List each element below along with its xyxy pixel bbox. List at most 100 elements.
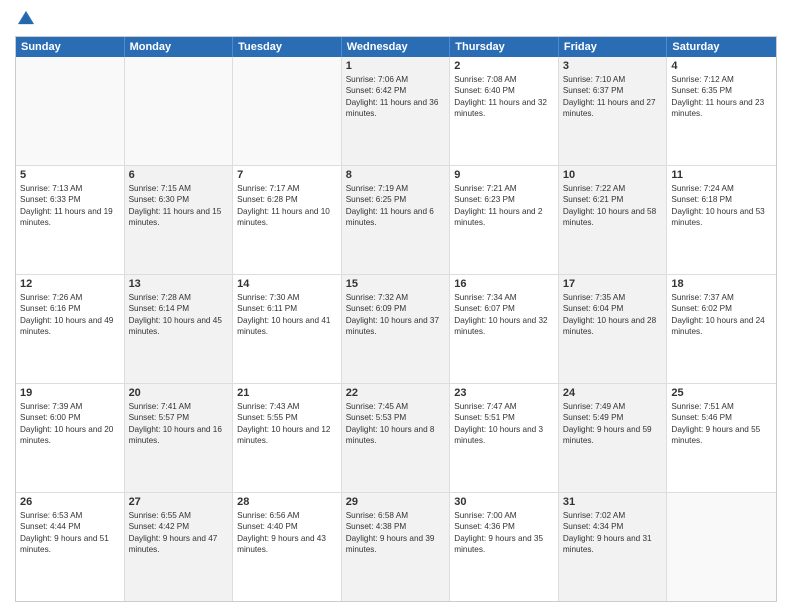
day-info: Sunrise: 7:45 AM Sunset: 5:53 PM Dayligh…	[346, 401, 446, 447]
day-info: Sunrise: 7:13 AM Sunset: 6:33 PM Dayligh…	[20, 183, 120, 229]
day-info: Sunrise: 7:26 AM Sunset: 6:16 PM Dayligh…	[20, 292, 120, 338]
day-info: Sunrise: 7:28 AM Sunset: 6:14 PM Dayligh…	[129, 292, 229, 338]
calendar-body: 1Sunrise: 7:06 AM Sunset: 6:42 PM Daylig…	[16, 57, 776, 601]
calendar-day-3: 3 Sunrise: 7:10 AM Sunset: 6:37 PM Daylig…	[559, 57, 668, 165]
day-info: Sunrise: 7:00 AM Sunset: 4:36 PM Dayligh…	[454, 510, 554, 556]
calendar-day-16: 16Sunrise: 7:34 AM Sunset: 6:07 PM Dayli…	[450, 275, 559, 383]
logo	[15, 10, 39, 30]
day-number: 9	[454, 169, 554, 181]
calendar-day-1: 1Sunrise: 7:06 AM Sunset: 6:42 PM Daylig…	[342, 57, 451, 165]
day-number: 22	[346, 387, 446, 399]
calendar-day-8: 8 Sunrise: 7:19 AM Sunset: 6:25 PM Daylig…	[342, 166, 451, 274]
calendar-day-empty	[667, 493, 776, 601]
day-info: Sunrise: 7:08 AM Sunset: 6:40 PM Dayligh…	[454, 74, 554, 120]
day-info: Sunrise: 7:43 AM Sunset: 5:55 PM Dayligh…	[237, 401, 337, 447]
calendar-day-14: 14 Sunrise: 7:30 AM Sunset: 6:11 PM Dayli…	[233, 275, 342, 383]
day-info: Sunrise: 7:37 AM Sunset: 6:02 PM Dayligh…	[671, 292, 772, 338]
weekday-header-monday: Monday	[125, 37, 234, 57]
day-info: Sunrise: 7:39 AM Sunset: 6:00 PM Dayligh…	[20, 401, 120, 447]
logo-icon	[15, 8, 37, 30]
day-info: Sunrise: 7:21 AM Sunset: 6:23 PM Dayligh…	[454, 183, 554, 229]
day-number: 12	[20, 278, 120, 290]
calendar-day-29: 29Sunrise: 6:58 AM Sunset: 4:38 PM Dayli…	[342, 493, 451, 601]
day-number: 30	[454, 496, 554, 508]
day-number: 25	[671, 387, 772, 399]
weekday-header-saturday: Saturday	[667, 37, 776, 57]
calendar: SundayMondayTuesdayWednesdayThursdayFrid…	[15, 36, 777, 602]
day-info: Sunrise: 7:41 AM Sunset: 5:57 PM Dayligh…	[129, 401, 229, 447]
calendar-day-17: 17Sunrise: 7:35 AM Sunset: 6:04 PM Dayli…	[559, 275, 668, 383]
calendar-day-9: 9 Sunrise: 7:21 AM Sunset: 6:23 PM Daylig…	[450, 166, 559, 274]
weekday-header-tuesday: Tuesday	[233, 37, 342, 57]
day-info: Sunrise: 7:06 AM Sunset: 6:42 PM Dayligh…	[346, 74, 446, 120]
day-number: 21	[237, 387, 337, 399]
day-info: Sunrise: 7:22 AM Sunset: 6:21 PM Dayligh…	[563, 183, 663, 229]
day-number: 3	[563, 60, 663, 72]
calendar-day-26: 26 Sunrise: 6:53 AM Sunset: 4:44 PM Dayli…	[16, 493, 125, 601]
weekday-header-friday: Friday	[559, 37, 668, 57]
day-info: Sunrise: 7:24 AM Sunset: 6:18 PM Dayligh…	[671, 183, 772, 229]
calendar-day-31: 31Sunrise: 7:02 AM Sunset: 4:34 PM Dayli…	[559, 493, 668, 601]
day-number: 24	[563, 387, 663, 399]
weekday-header-sunday: Sunday	[16, 37, 125, 57]
header	[15, 10, 777, 30]
day-info: Sunrise: 7:30 AM Sunset: 6:11 PM Dayligh…	[237, 292, 337, 338]
page: SundayMondayTuesdayWednesdayThursdayFrid…	[0, 0, 792, 612]
calendar-day-19: 19 Sunrise: 7:39 AM Sunset: 6:00 PM Dayli…	[16, 384, 125, 492]
day-number: 19	[20, 387, 120, 399]
day-number: 11	[671, 169, 772, 181]
calendar-day-empty	[125, 57, 234, 165]
day-number: 18	[671, 278, 772, 290]
calendar-week-3: 12 Sunrise: 7:26 AM Sunset: 6:16 PM Dayli…	[16, 275, 776, 384]
calendar-week-5: 26 Sunrise: 6:53 AM Sunset: 4:44 PM Dayli…	[16, 493, 776, 601]
weekday-header-wednesday: Wednesday	[342, 37, 451, 57]
calendar-day-6: 6 Sunrise: 7:15 AM Sunset: 6:30 PM Daylig…	[125, 166, 234, 274]
day-number: 14	[237, 278, 337, 290]
day-number: 8	[346, 169, 446, 181]
day-info: Sunrise: 7:32 AM Sunset: 6:09 PM Dayligh…	[346, 292, 446, 338]
day-number: 4	[671, 60, 772, 72]
calendar-day-30: 30 Sunrise: 7:00 AM Sunset: 4:36 PM Dayli…	[450, 493, 559, 601]
weekday-header-thursday: Thursday	[450, 37, 559, 57]
day-number: 10	[563, 169, 663, 181]
day-info: Sunrise: 6:55 AM Sunset: 4:42 PM Dayligh…	[129, 510, 229, 556]
day-info: Sunrise: 7:47 AM Sunset: 5:51 PM Dayligh…	[454, 401, 554, 447]
day-number: 27	[129, 496, 229, 508]
day-number: 2	[454, 60, 554, 72]
calendar-day-22: 22 Sunrise: 7:45 AM Sunset: 5:53 PM Dayli…	[342, 384, 451, 492]
calendar-day-2: 2 Sunrise: 7:08 AM Sunset: 6:40 PM Daylig…	[450, 57, 559, 165]
calendar-day-23: 23 Sunrise: 7:47 AM Sunset: 5:51 PM Dayli…	[450, 384, 559, 492]
day-info: Sunrise: 7:35 AM Sunset: 6:04 PM Dayligh…	[563, 292, 663, 338]
day-info: Sunrise: 7:12 AM Sunset: 6:35 PM Dayligh…	[671, 74, 772, 120]
day-number: 23	[454, 387, 554, 399]
day-number: 13	[129, 278, 229, 290]
day-number: 29	[346, 496, 446, 508]
calendar-day-11: 11 Sunrise: 7:24 AM Sunset: 6:18 PM Dayli…	[667, 166, 776, 274]
calendar-day-27: 27 Sunrise: 6:55 AM Sunset: 4:42 PM Dayli…	[125, 493, 234, 601]
calendar-day-empty	[16, 57, 125, 165]
calendar-day-15: 15 Sunrise: 7:32 AM Sunset: 6:09 PM Dayli…	[342, 275, 451, 383]
calendar-day-20: 20Sunrise: 7:41 AM Sunset: 5:57 PM Dayli…	[125, 384, 234, 492]
calendar-day-21: 21 Sunrise: 7:43 AM Sunset: 5:55 PM Dayli…	[233, 384, 342, 492]
day-info: Sunrise: 7:15 AM Sunset: 6:30 PM Dayligh…	[129, 183, 229, 229]
day-info: Sunrise: 6:53 AM Sunset: 4:44 PM Dayligh…	[20, 510, 120, 556]
calendar-day-4: 4 Sunrise: 7:12 AM Sunset: 6:35 PM Daylig…	[667, 57, 776, 165]
calendar-day-25: 25 Sunrise: 7:51 AM Sunset: 5:46 PM Dayli…	[667, 384, 776, 492]
day-info: Sunrise: 7:10 AM Sunset: 6:37 PM Dayligh…	[563, 74, 663, 120]
day-info: Sunrise: 7:17 AM Sunset: 6:28 PM Dayligh…	[237, 183, 337, 229]
day-number: 6	[129, 169, 229, 181]
calendar-day-empty	[233, 57, 342, 165]
day-number: 15	[346, 278, 446, 290]
day-info: Sunrise: 7:49 AM Sunset: 5:49 PM Dayligh…	[563, 401, 663, 447]
calendar-day-24: 24 Sunrise: 7:49 AM Sunset: 5:49 PM Dayli…	[559, 384, 668, 492]
day-info: Sunrise: 7:19 AM Sunset: 6:25 PM Dayligh…	[346, 183, 446, 229]
day-info: Sunrise: 7:02 AM Sunset: 4:34 PM Dayligh…	[563, 510, 663, 556]
day-number: 26	[20, 496, 120, 508]
calendar-day-10: 10 Sunrise: 7:22 AM Sunset: 6:21 PM Dayli…	[559, 166, 668, 274]
calendar-day-12: 12 Sunrise: 7:26 AM Sunset: 6:16 PM Dayli…	[16, 275, 125, 383]
calendar-week-1: 1Sunrise: 7:06 AM Sunset: 6:42 PM Daylig…	[16, 57, 776, 166]
day-info: Sunrise: 7:51 AM Sunset: 5:46 PM Dayligh…	[671, 401, 772, 447]
day-info: Sunrise: 6:56 AM Sunset: 4:40 PM Dayligh…	[237, 510, 337, 556]
day-number: 28	[237, 496, 337, 508]
day-number: 16	[454, 278, 554, 290]
